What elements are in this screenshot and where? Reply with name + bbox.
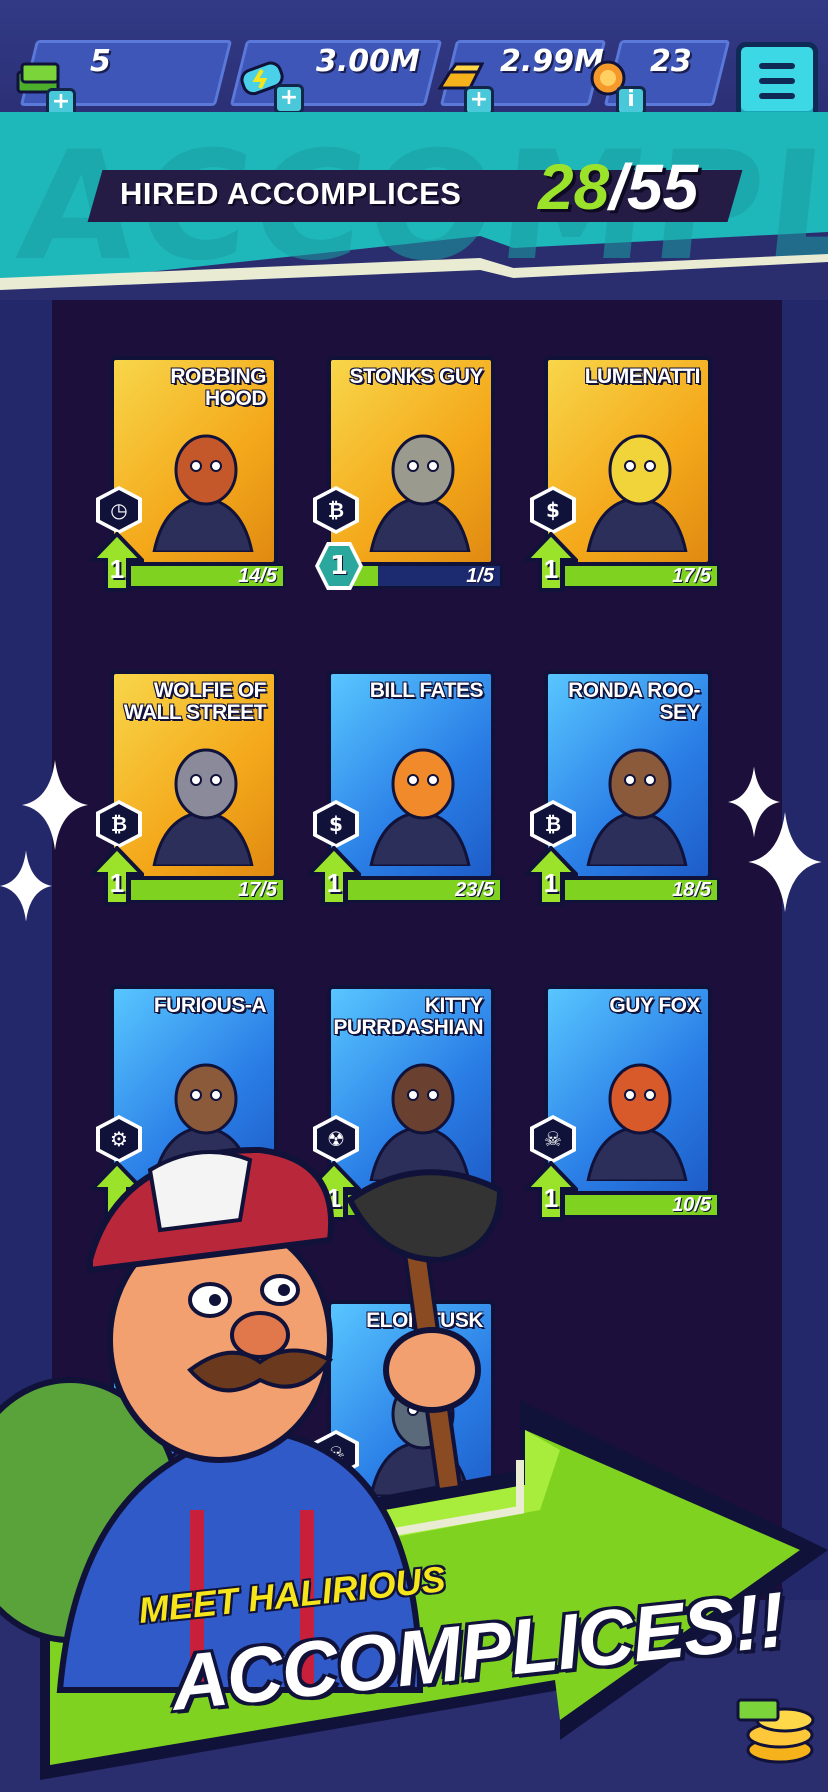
card-progress-bar: 1/5 (345, 563, 503, 589)
upgrade-arrow-icon[interactable]: 1 (521, 531, 581, 592)
level-number: 1 (109, 554, 125, 584)
character-portrait (586, 748, 688, 866)
card-progress-bar: 14/5 (128, 563, 286, 589)
card-progress-bar: 23/5 (345, 877, 503, 903)
card-name: GUY FOX (609, 994, 700, 1017)
card-name: RONDA ROO-SEY (568, 679, 700, 724)
card-name: ROBBING HOOD (170, 365, 266, 410)
upgrade-arrow-icon[interactable]: 1 (521, 845, 581, 906)
hired-current: 28 (538, 151, 610, 223)
progress-text: 17/5 (238, 879, 277, 901)
progress-text: 14/5 (238, 565, 277, 587)
sparkle-icon (0, 850, 52, 922)
level-number: 1 (326, 868, 342, 898)
add-gold-button[interactable]: + (464, 86, 494, 116)
card-name: BILL FATES (369, 679, 484, 702)
card-progress-bar: 10/5 (562, 1192, 720, 1218)
card-name: STONKS GUY (349, 365, 484, 388)
sparkle-icon (22, 760, 88, 850)
card-name: FURIOUS-A (153, 994, 267, 1017)
energy-value: 3.00M (316, 44, 420, 79)
accomplice-card[interactable]: STONKS GUY (327, 356, 495, 566)
level-number: 1 (543, 554, 559, 584)
progress-text: 18/5 (672, 879, 711, 901)
upgrade-arrow-icon[interactable]: 1 (87, 845, 147, 906)
level-number: 1 (109, 868, 125, 898)
cash-value: 5 (90, 44, 111, 79)
upgrade-arrow-icon[interactable]: 1 (87, 531, 147, 592)
coin-value: 23 (650, 44, 692, 79)
hired-counter: 28/55 (538, 150, 698, 224)
hired-accomplices-title: HIRED ACCOMPLICES (120, 176, 462, 211)
coin-info-button[interactable]: i (616, 86, 646, 116)
card-progress-bar: 18/5 (562, 877, 720, 903)
card-name: WOLFIE OF WALL STREET (123, 679, 267, 724)
card-name: LUMENATTI (584, 365, 701, 388)
hamburger-icon (759, 63, 795, 69)
character-portrait (369, 434, 471, 552)
character-portrait (586, 434, 688, 552)
card-progress-bar: 17/5 (562, 563, 720, 589)
character-portrait (586, 1063, 688, 1181)
upgrade-arrow-icon[interactable]: 1 (304, 845, 364, 906)
sparkle-icon (748, 812, 822, 912)
menu-button[interactable] (736, 42, 818, 122)
level-number: 1 (543, 868, 559, 898)
progress-text: 10/5 (672, 1194, 711, 1216)
character-portrait (369, 748, 471, 866)
progress-text: 23/5 (455, 879, 494, 901)
coin-pile-icon (736, 1698, 815, 1764)
character-portrait (152, 748, 254, 866)
card-name: KITTY PURRDASHIAN (333, 994, 483, 1039)
hired-total: /55 (609, 151, 699, 223)
level-number: 1 (319, 546, 359, 586)
card-progress-bar: 17/5 (128, 877, 286, 903)
upgrade-arrow-icon[interactable]: 1 (521, 1160, 581, 1221)
add-energy-button[interactable]: + (274, 84, 304, 114)
progress-text: 1/5 (466, 565, 494, 587)
progress-text: 17/5 (672, 565, 711, 587)
level-number: 1 (543, 1183, 559, 1213)
character-portrait (152, 434, 254, 552)
